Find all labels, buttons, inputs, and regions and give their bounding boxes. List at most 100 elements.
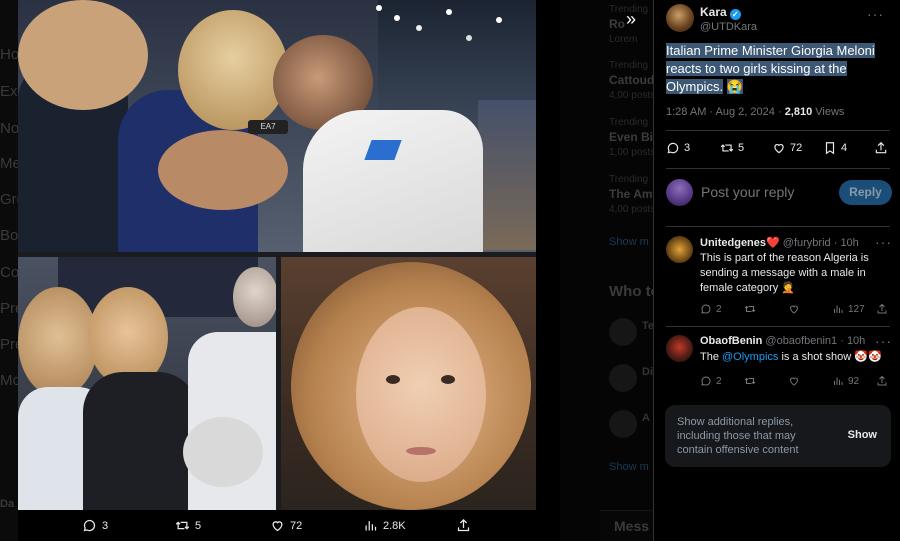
bg-trend-category: Trending [609,60,649,71]
divider [666,168,890,169]
retweet-button[interactable]: 5 [720,141,744,155]
reply-reply-button[interactable]: 2 [700,303,722,315]
closeup-mouth [406,447,436,455]
divider [666,130,890,131]
reply-icon [701,304,711,314]
show-additional-replies-button[interactable]: Show [848,429,877,441]
tweet-date[interactable]: Aug 2, 2024 [716,106,775,118]
verified-badge-icon: ✓ [729,9,741,20]
collapse-panel-button[interactable]: » [618,6,644,32]
media-share-button[interactable] [456,518,476,533]
reply-submit-button[interactable]: Reply [839,180,892,205]
media-retweet-button[interactable]: 5 [175,518,201,533]
tweet-time[interactable]: 1:28 AM [666,106,706,118]
tweet-emoji: 😭 [726,79,743,94]
media-views-button[interactable]: 2.8K [363,518,406,533]
reply-time[interactable]: 10h [840,237,858,249]
tweet-meta: 1:28 AM · Aug 2, 2024 · 2,810 Views [666,106,844,118]
reply-author-handle: @furybrid [782,237,831,249]
reply-mention-link[interactable]: @Olympics [722,351,778,363]
reply-views-button[interactable]: 127 [832,303,865,315]
reply-icon [701,376,711,386]
views-icon [834,305,843,313]
reply-input[interactable]: Post your reply [701,184,794,200]
reply-item[interactable]: Unitedgenes❤️ @furybrid · 10h ··· This i… [666,234,892,320]
reply-like-button[interactable] [788,303,804,315]
grey-hair-front [183,417,263,487]
reply-count: 3 [684,142,691,154]
views-icon [834,377,843,385]
woman-left-head [18,287,98,397]
reply-reply-button[interactable]: 2 [700,375,722,387]
reply-more-icon[interactable]: ··· [875,234,892,250]
media-viewer[interactable]: EA7 [18,0,536,510]
reply-share-button[interactable] [876,303,892,315]
divider [666,326,890,327]
author-avatar[interactable] [666,4,694,32]
bg-messages-label: Mess [614,518,650,534]
reply-views-count: 92 [848,375,860,387]
reply-emoji: 🤦 [781,282,796,294]
tweet-text-body: Italian Prime Minister Giorgia Meloni re… [666,43,875,94]
closeup-eye-right [441,375,455,384]
bg-trend-count: 4,00 posts [609,204,656,215]
judo-gi-white [303,110,483,252]
reply-share-button[interactable] [876,375,892,387]
reply-reply-count: 2 [716,303,722,315]
heart-icon [774,144,784,154]
retweet-icon [720,144,734,152]
heart-icon [789,305,799,314]
bg-follow-name: Di [642,366,653,378]
views-icon [365,521,377,531]
reply-retweet-button[interactable] [744,375,760,387]
arena-lights [376,5,382,11]
reply-author-handle: @obaofbenin1 [765,335,838,347]
bg-follow-name: A [642,412,650,424]
bg-follow-avatar [609,364,637,392]
media-like-button[interactable]: 72 [270,518,302,533]
reply-time[interactable]: 10h [847,335,865,347]
media-like-count: 72 [290,519,303,532]
retweet-icon [744,377,756,385]
bg-trend-name: Cattoud [609,73,655,87]
bg-trend-count: Lorem [609,34,638,45]
man-right-head [233,267,276,327]
share-button[interactable] [874,141,892,155]
reply-avatar[interactable] [666,335,693,362]
share-icon [457,518,470,532]
author-handle: @UTDKara [700,21,758,33]
current-user-avatar[interactable] [666,179,693,206]
bg-follow-avatar [609,318,637,346]
reply-button[interactable]: 3 [666,141,690,155]
reply-retweet-button[interactable] [744,303,760,315]
bookmark-icon [825,142,835,155]
double-chevron-right-icon: » [625,8,636,29]
divider [666,226,890,227]
reply-item[interactable]: ObaofBenin @obaofbenin1 · 10h ··· The @O… [666,333,892,393]
tweet-author[interactable]: Kara ✓ @UTDKara ··· [666,4,892,36]
bg-follow-avatar [609,410,637,438]
reply-author-name[interactable]: ObaofBenin [700,335,762,347]
author-name-row[interactable]: Kara ✓ [700,5,741,20]
bg-show-more-link: Show m [609,461,649,473]
additional-replies-box: Show additional replies, including those… [665,405,891,467]
reply-views-button[interactable]: 92 [832,375,859,387]
reply-author-name[interactable]: Unitedgenes [700,237,766,249]
like-button[interactable]: 72 [772,141,802,155]
media-reply-button[interactable]: 3 [82,518,108,533]
reply-avatar[interactable] [666,236,693,263]
bookmark-button[interactable]: 4 [823,141,847,155]
reply-icon [667,142,679,154]
photo-spectators [18,257,276,510]
bg-trend-item: Trending The Ame 4,00 posts [609,172,659,217]
bg-trend-name: The Ame [609,187,660,201]
reply-more-icon[interactable]: ··· [875,333,892,349]
reply-text: The @Olympics is a shot show 🤡🤡 [700,350,885,365]
reply-header: ObaofBenin @obaofbenin1 · 10h [700,335,865,347]
reply-like-button[interactable] [788,375,804,387]
meta-separator: · [777,106,785,118]
share-icon [875,141,887,154]
closeup-face [356,307,486,482]
tweet-more-icon[interactable]: ··· [867,6,884,22]
arm-foreground [18,0,148,110]
